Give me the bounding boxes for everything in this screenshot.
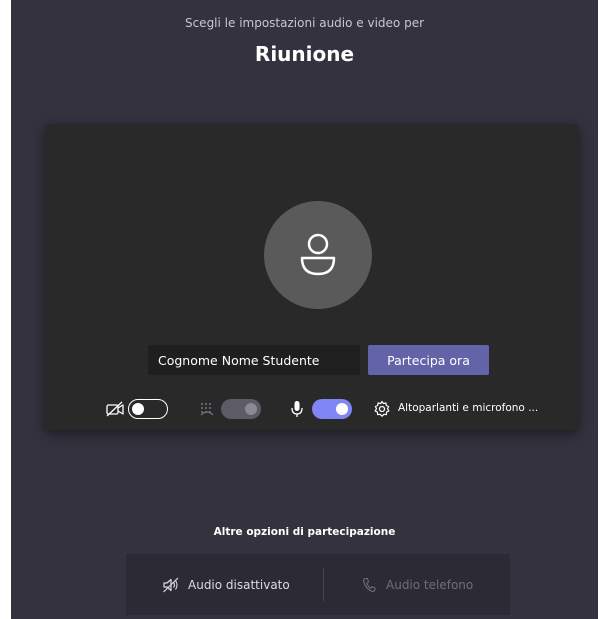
person-icon — [300, 233, 336, 276]
background-blur-toggle[interactable] — [221, 399, 261, 419]
phone-audio-option[interactable]: Audio telefono — [362, 574, 473, 596]
toggle-knob — [336, 403, 348, 415]
name-input[interactable] — [148, 345, 360, 375]
camera-off-icon — [106, 401, 124, 417]
phone-audio-label: Audio telefono — [386, 578, 474, 592]
settings-subtitle: Scegli le impostazioni audio e video per — [184, 16, 425, 30]
phone-icon — [363, 577, 376, 593]
audio-off-label: Audio disattivato — [188, 578, 290, 592]
join-now-button[interactable]: Partecipa ora — [368, 345, 489, 375]
audio-off-option[interactable]: Audio disattivato — [162, 574, 290, 596]
toggle-knob — [132, 402, 144, 415]
other-options-panel: Audio disattivato Audio telefono — [126, 554, 510, 615]
toggle-knob — [245, 403, 257, 415]
other-options-heading: Altre opzioni di partecipazione — [213, 526, 396, 538]
microphone-toggle[interactable] — [312, 399, 352, 419]
meeting-title: Riunione — [254, 42, 355, 66]
gear-icon[interactable] — [373, 400, 391, 418]
video-preview: Partecipa ora — [45, 124, 578, 430]
join-screen: Scegli le impostazioni audio e video per… — [11, 0, 598, 619]
avatar — [264, 201, 372, 309]
options-divider — [323, 568, 324, 601]
device-settings-link[interactable]: Altoparlanti e microfono ... — [398, 402, 538, 414]
video-toggle[interactable] — [128, 399, 168, 419]
background-blur-icon — [200, 403, 214, 416]
speaker-off-icon — [163, 577, 179, 593]
microphone-icon — [291, 401, 303, 417]
